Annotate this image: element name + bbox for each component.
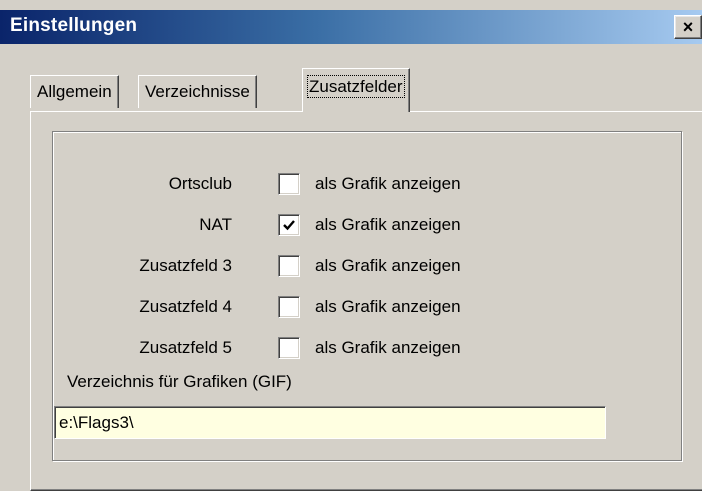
close-icon: × [682,17,694,37]
graphics-directory-input[interactable] [54,406,606,439]
title-bar[interactable]: Einstellungen × [0,10,702,44]
show-as-graphic-checkbox[interactable] [278,173,300,195]
field-row-zusatzfeld-3: Zusatzfeld 3 als Grafik anzeigen [0,252,702,282]
field-row-nat: NAT als Grafik anzeigen [0,211,702,241]
graphics-directory-label: Verzeichnis für Grafiken (GIF) [67,372,292,391]
field-label: Zusatzfeld 4 [139,297,232,316]
show-as-graphic-checkbox[interactable] [278,296,300,318]
tab-verzeichnisse[interactable]: Verzeichnisse [138,75,257,108]
checkbox-label[interactable]: als Grafik anzeigen [315,256,461,276]
field-label: Ortsclub [168,174,232,193]
tab-label: Allgemein [37,82,112,101]
checkbox-label[interactable]: als Grafik anzeigen [315,297,461,317]
close-button[interactable]: × [674,15,702,39]
tab-label: Verzeichnisse [145,82,250,101]
field-label: NAT [199,215,232,234]
field-row-ortsclub: Ortsclub als Grafik anzeigen [0,170,702,200]
show-as-graphic-checkbox[interactable] [278,337,300,359]
checkbox-label[interactable]: als Grafik anzeigen [315,174,461,194]
checkbox-label[interactable]: als Grafik anzeigen [315,215,461,235]
field-label: Zusatzfeld 5 [139,338,232,357]
checkbox-label[interactable]: als Grafik anzeigen [315,338,461,358]
field-row-zusatzfeld-4: Zusatzfeld 4 als Grafik anzeigen [0,293,702,323]
tab-label: Zusatzfelder [307,75,405,98]
show-as-graphic-checkbox[interactable] [278,214,300,236]
settings-dialog: Einstellungen × Allgemein Verzeichnisse … [0,0,702,491]
tab-zusatzfelder[interactable]: Zusatzfelder [302,68,410,112]
field-row-zusatzfeld-5: Zusatzfeld 5 als Grafik anzeigen [0,334,702,364]
checkmark-icon [283,220,295,231]
window-title: Einstellungen [10,15,138,36]
show-as-graphic-checkbox[interactable] [278,255,300,277]
field-label: Zusatzfeld 3 [139,256,232,275]
tab-allgemein[interactable]: Allgemein [30,75,119,108]
